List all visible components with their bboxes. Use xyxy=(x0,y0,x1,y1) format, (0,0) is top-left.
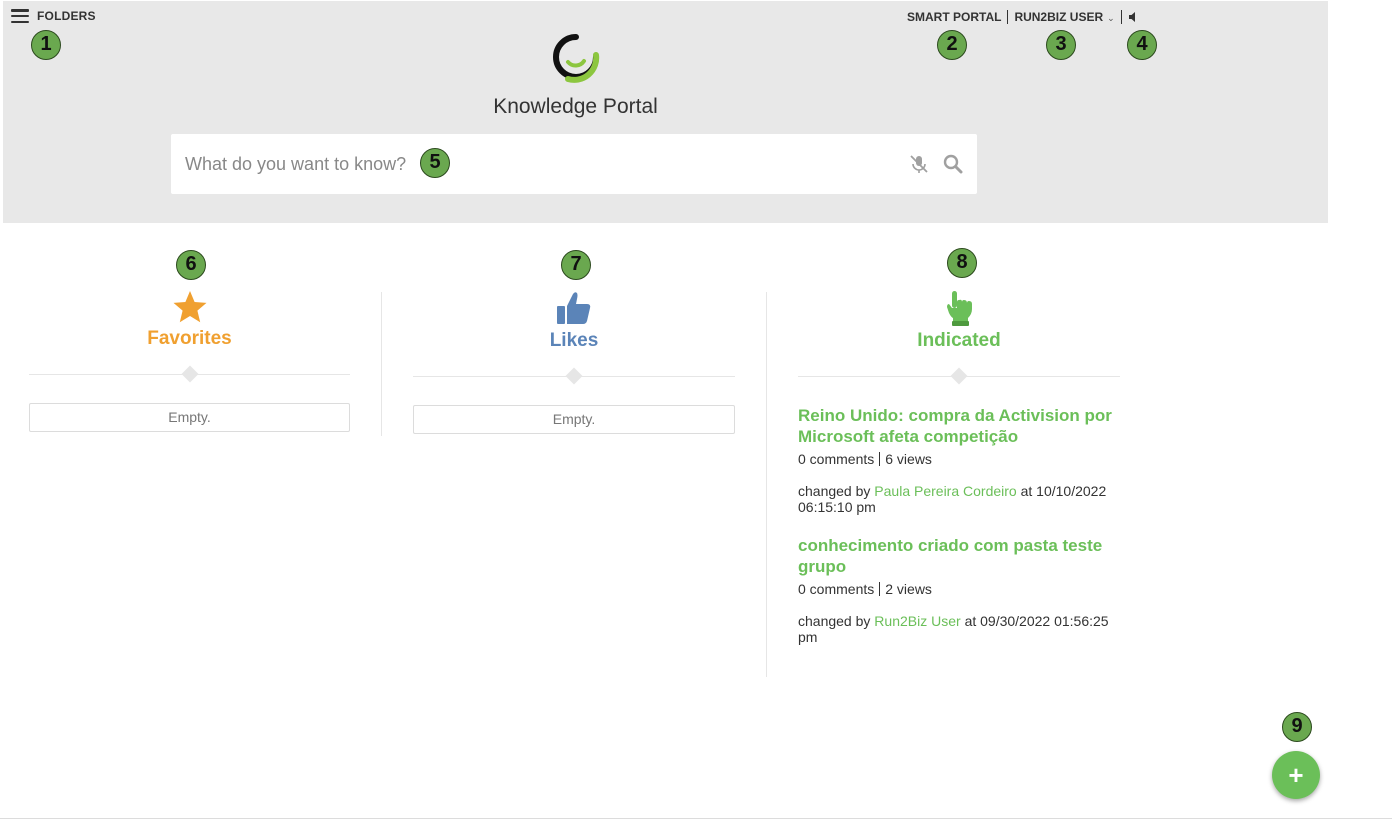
nav-separator xyxy=(1007,10,1009,24)
change-info: changed by Run2Biz User at 09/30/2022 01… xyxy=(798,613,1120,645)
section-divider xyxy=(798,367,1120,385)
likes-title: Likes xyxy=(549,330,599,351)
folders-label: FOLDERS xyxy=(37,9,96,23)
likes-empty-state: Empty. xyxy=(413,405,735,434)
nav-separator xyxy=(1120,10,1122,24)
smart-portal-link[interactable]: SMART PORTAL xyxy=(907,10,1001,24)
speaker-icon[interactable] xyxy=(1128,11,1138,23)
portal-title: Knowledge Portal xyxy=(493,95,658,118)
likes-column: Likes Empty. xyxy=(413,290,735,434)
annotation-badge: 6 xyxy=(176,250,206,280)
pointing-hand-icon xyxy=(947,291,972,326)
annotation-badge: 4 xyxy=(1127,30,1157,60)
section-divider xyxy=(29,365,350,383)
comments-count: 0 comments xyxy=(798,451,875,467)
favorites-empty-state: Empty. xyxy=(29,403,350,432)
thumbs-up-icon xyxy=(557,292,591,324)
annotation-badge: 1 xyxy=(31,30,61,60)
changed-by-prefix: changed by xyxy=(798,613,871,629)
likes-header: Likes xyxy=(413,290,735,352)
indicated-header: Indicated xyxy=(798,290,1120,352)
change-info: changed by Paula Pereira Cordeiro at 10/… xyxy=(798,483,1120,515)
folders-button[interactable]: FOLDERS xyxy=(11,9,96,23)
portal-logo xyxy=(553,34,600,83)
author-link[interactable]: Run2Biz User xyxy=(874,613,960,629)
article-stats: 0 comments 6 views xyxy=(798,451,1120,467)
article-title-link[interactable]: conhecimento criado com pasta teste grup… xyxy=(798,535,1120,577)
author-link[interactable]: Paula Pereira Cordeiro xyxy=(874,483,1016,499)
annotation-badge: 2 xyxy=(937,30,967,60)
indicated-title: Indicated xyxy=(917,330,1001,351)
header-bar: FOLDERS SMART PORTAL RUN2BIZ USER ⌄ Knowl… xyxy=(3,1,1328,223)
annotation-badge: 3 xyxy=(1046,30,1076,60)
search-input[interactable] xyxy=(185,134,885,194)
favorites-header: Favorites xyxy=(29,290,350,350)
add-button[interactable]: + xyxy=(1272,751,1320,799)
column-separator xyxy=(381,292,382,436)
annotation-badge: 5 xyxy=(420,148,450,178)
user-name: RUN2BIZ USER xyxy=(1014,10,1104,24)
annotation-badge: 8 xyxy=(947,248,977,278)
bottom-border xyxy=(0,818,1392,819)
annotation-badge: 7 xyxy=(561,250,591,280)
indicated-column: Indicated Reino Unido: compra da Activis… xyxy=(798,290,1120,665)
user-menu-button[interactable]: RUN2BIZ USER ⌄ xyxy=(1014,10,1114,24)
views-count: 2 views xyxy=(885,581,932,597)
section-divider xyxy=(413,367,735,385)
list-item: conhecimento criado com pasta teste grup… xyxy=(798,535,1120,645)
comments-count: 0 comments xyxy=(798,581,875,597)
favorites-title: Favorites xyxy=(147,328,232,349)
article-stats: 0 comments 2 views xyxy=(798,581,1120,597)
article-title-link[interactable]: Reino Unido: compra da Activision por Mi… xyxy=(798,405,1120,447)
list-item: Reino Unido: compra da Activision por Mi… xyxy=(798,405,1120,515)
changed-by-prefix: changed by xyxy=(798,483,871,499)
annotation-badge: 9 xyxy=(1282,712,1312,742)
column-separator xyxy=(766,292,767,677)
chevron-down-icon: ⌄ xyxy=(1107,13,1115,23)
search-icon[interactable] xyxy=(943,154,963,174)
search-box xyxy=(171,134,977,194)
favorites-column: Favorites Empty. xyxy=(29,290,350,432)
top-navigation: SMART PORTAL RUN2BIZ USER ⌄ xyxy=(907,10,1138,24)
hamburger-menu-icon xyxy=(11,9,29,23)
views-count: 6 views xyxy=(885,451,932,467)
microphone-off-icon[interactable] xyxy=(908,154,930,174)
indicated-list: Reino Unido: compra da Activision por Mi… xyxy=(798,405,1120,645)
star-icon xyxy=(173,291,206,323)
